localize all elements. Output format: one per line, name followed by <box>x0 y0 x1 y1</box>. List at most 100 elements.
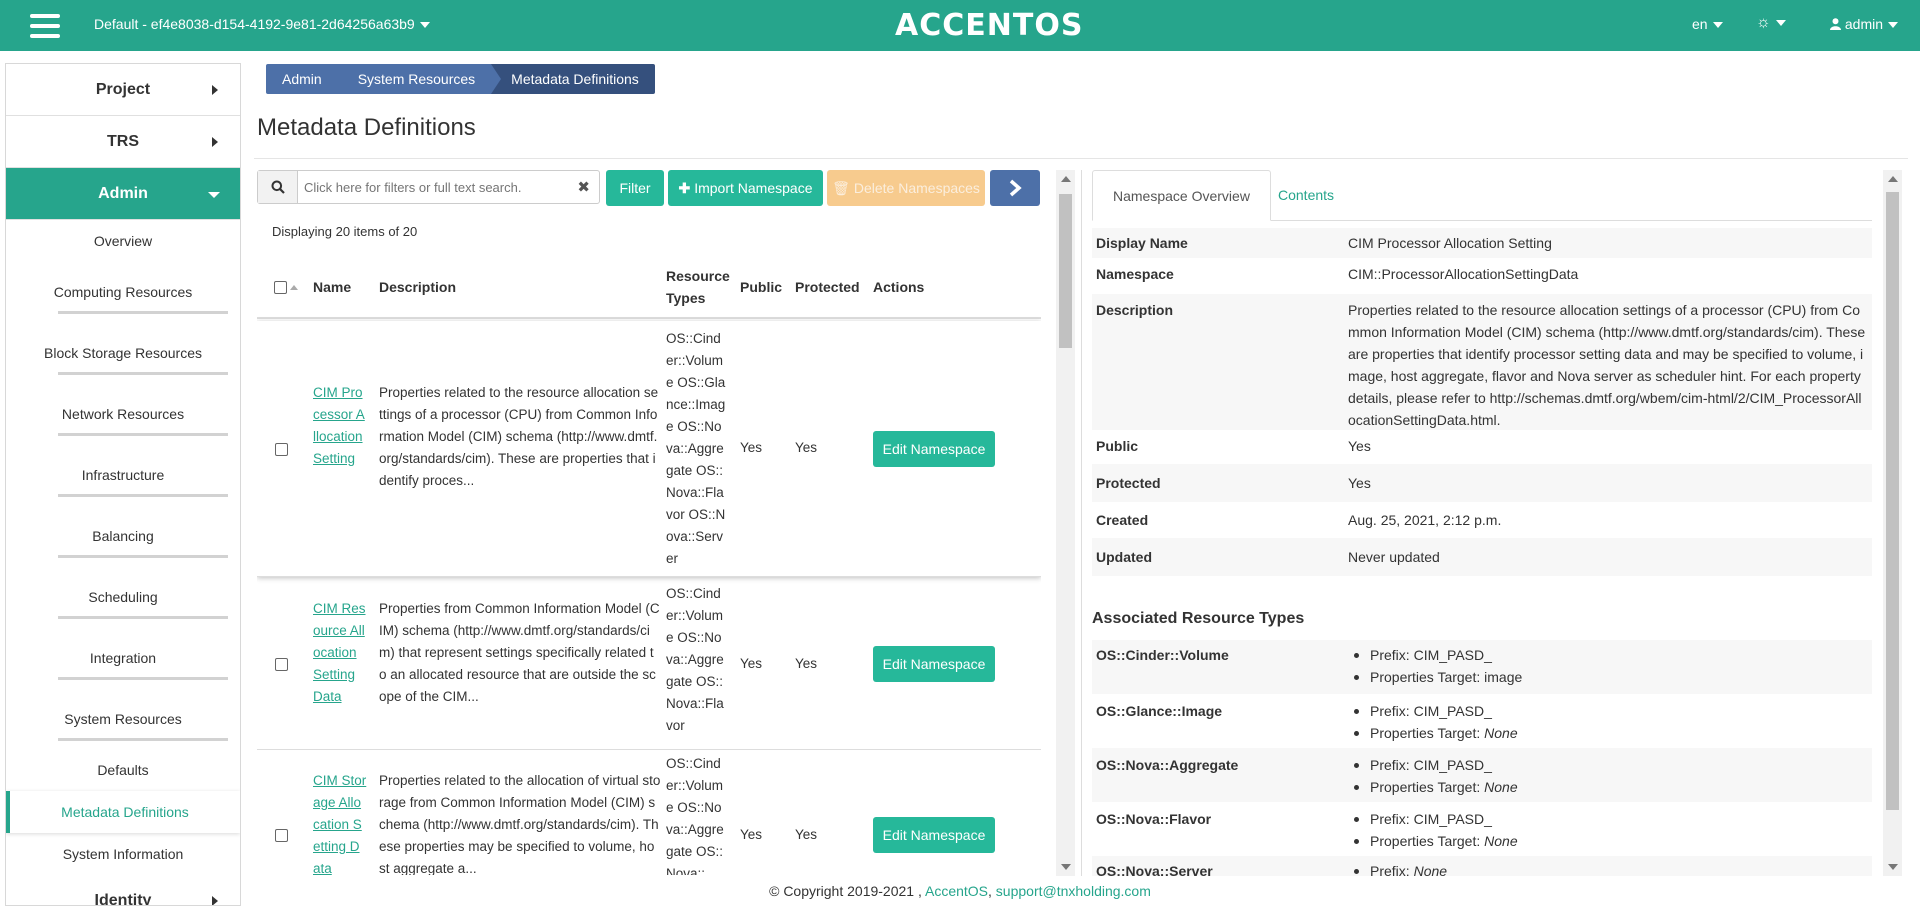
scrollbar-thumb[interactable] <box>1059 194 1072 348</box>
accentos-link[interactable]: AccentOS <box>925 883 988 899</box>
sidebar-item-label: Integration <box>89 649 157 666</box>
detail-row: Updated Never updated <box>1092 538 1872 576</box>
resource-type-props: Prefix: CIM_PASD_ Properties Target: ima… <box>1348 644 1868 688</box>
footer-separator: , <box>988 883 992 899</box>
row-checkbox[interactable] <box>275 443 288 456</box>
table-row[interactable]: CIM Processor Allocation Setting Propert… <box>257 321 1041 577</box>
table-row[interactable]: CIM Resource Allocation Setting Data Pro… <box>257 579 1041 750</box>
sidebar-item-label: Scheduling <box>88 588 158 605</box>
edit-namespace-button[interactable]: Edit Namespace <box>873 646 995 682</box>
resource-type-props: Prefix: CIM_PASD_ Properties Target: Non… <box>1348 754 1868 798</box>
target-label: Properties Target: <box>1370 669 1485 685</box>
scroll-down-icon[interactable] <box>1061 864 1071 870</box>
table-row[interactable]: CIM Storage Allocation Setting Data Prop… <box>257 751 1041 875</box>
namespace-resource-types: OS::Cinder::Volume OS::Nova::Aggregate O… <box>666 756 724 875</box>
tab-contents[interactable]: Contents <box>1258 170 1354 221</box>
resource-type-row: OS::Nova::Flavor Prefix: CIM_PASD_ Prope… <box>1092 802 1872 856</box>
resource-type-row: OS::Cinder::Volume Prefix: CIM_PASD_ Pro… <box>1092 640 1872 694</box>
sidebar-item-network-resources[interactable]: Network Resources <box>6 383 240 444</box>
edit-namespace-button[interactable]: Edit Namespace <box>873 817 995 853</box>
detail-label: Display Name <box>1096 235 1188 251</box>
project-selector[interactable]: Default - ef4e8038-d154-4192-9e81-2d6425… <box>94 16 430 32</box>
next-panel-button[interactable] <box>990 170 1040 206</box>
sidebar-item-block-storage[interactable]: Block Storage Resources <box>6 322 240 383</box>
sidebar-item-system-resources[interactable]: System Resources <box>6 688 240 749</box>
sidebar-item-integration[interactable]: Integration <box>6 627 240 688</box>
chevron-right-icon <box>1009 179 1022 197</box>
scroll-up-icon[interactable] <box>1061 176 1071 182</box>
column-header-name[interactable]: Name <box>313 255 351 319</box>
detail-scrollbar[interactable] <box>1883 170 1902 876</box>
sidebar-item-system-information[interactable]: System Information <box>6 833 240 875</box>
breadcrumb-system-resources[interactable]: System Resources <box>337 64 492 94</box>
footer: © Copyright 2019-2021 , AccentOS, suppor… <box>0 883 1920 899</box>
scrollbar-thumb[interactable] <box>1886 192 1899 810</box>
sidebar-section-label: Project <box>95 80 151 98</box>
prefix-label: Prefix: <box>1370 757 1414 773</box>
namespace-name-link[interactable]: CIM Processor Allocation Setting <box>313 382 367 470</box>
import-namespace-button[interactable]: ✚ Import Namespace <box>668 170 823 206</box>
row-checkbox[interactable] <box>275 829 288 842</box>
delete-namespaces-button[interactable]: 🗑 Delete Namespaces <box>827 170 985 206</box>
filter-button[interactable]: Filter <box>606 170 664 206</box>
logo: ACCENTOS <box>895 8 1084 43</box>
sidebar-item-overview[interactable]: Overview <box>6 220 240 262</box>
edit-namespace-button[interactable]: Edit Namespace <box>873 431 995 467</box>
support-email-link[interactable]: support@tnxholding.com <box>996 883 1151 899</box>
sidebar-item-label: Infrastructure <box>81 466 165 483</box>
column-header-public[interactable]: Public <box>740 255 782 319</box>
scroll-down-icon[interactable] <box>1888 864 1898 870</box>
clear-icon[interactable]: ✖ <box>577 178 590 196</box>
select-all-checkbox[interactable] <box>274 280 287 294</box>
prefix-label: Prefix: <box>1370 863 1414 876</box>
namespace-name-link[interactable]: CIM Resource Allocation Setting Data <box>313 598 367 708</box>
divider <box>58 616 228 619</box>
search-input[interactable] <box>302 175 562 199</box>
table-scrollbar[interactable] <box>1056 170 1075 876</box>
chevron-down-icon <box>1775 19 1786 26</box>
divider <box>58 555 228 558</box>
delete-namespaces-label: Delete Namespaces <box>853 180 980 196</box>
namespace-name-link[interactable]: CIM Storage Allocation Setting Data <box>313 770 367 875</box>
import-namespace-label: Import Namespace <box>694 180 813 196</box>
namespace-public: Yes <box>740 656 763 671</box>
detail-row: Public Yes <box>1092 430 1872 464</box>
column-header-resource-types[interactable]: Resource Types <box>666 255 730 319</box>
chevron-down-icon <box>1712 22 1723 29</box>
column-header-description[interactable]: Description <box>379 255 456 319</box>
sidebar-item-label: Balancing <box>92 527 154 544</box>
sidebar-section-admin[interactable]: Admin <box>6 168 240 220</box>
sort-icon[interactable] <box>290 284 298 290</box>
user-menu[interactable]: admin <box>1830 16 1899 32</box>
sidebar-item-scheduling[interactable]: Scheduling <box>6 566 240 627</box>
column-header-protected[interactable]: Protected <box>795 255 860 319</box>
detail-value: CIM Processor Allocation Setting <box>1348 235 1552 251</box>
sidebar-item-label: Metadata Definitions <box>61 804 189 820</box>
theme-selector[interactable]: ☼ <box>1756 14 1786 32</box>
hamburger-icon[interactable] <box>30 14 60 38</box>
tab-namespace-overview[interactable]: Namespace Overview <box>1092 170 1271 221</box>
sidebar-item-computing-resources[interactable]: Computing Resources <box>6 262 240 322</box>
items-count: Displaying 20 items of 20 <box>272 224 418 239</box>
resource-type-row: OS::Nova::Aggregate Prefix: CIM_PASD_ Pr… <box>1092 748 1872 802</box>
resource-type-props: Prefix: CIM_PASD_ Properties Target: Non… <box>1348 808 1868 852</box>
sidebar-item-infrastructure[interactable]: Infrastructure <box>6 444 240 505</box>
sidebar-item-balancing[interactable]: Balancing <box>6 505 240 566</box>
detail-row: Namespace CIM::ProcessorAllocationSettin… <box>1092 258 1872 294</box>
breadcrumb-admin[interactable]: Admin <box>266 64 338 94</box>
target-item: Properties Target: image <box>1348 666 1868 688</box>
language-selector[interactable]: en <box>1692 16 1723 32</box>
sidebar-item-defaults[interactable]: Defaults <box>6 749 240 791</box>
sidebar-section-project[interactable]: Project <box>6 64 240 116</box>
sidebar-section-trs[interactable]: TRS <box>6 116 240 168</box>
target-item: Properties Target: None <box>1348 722 1868 744</box>
detail-label: Public <box>1096 438 1139 454</box>
namespace-description: Properties related to the allocation of … <box>379 773 661 875</box>
scroll-up-icon[interactable] <box>1888 176 1898 182</box>
target-label: Properties Target: <box>1370 725 1485 741</box>
sidebar-item-label: Block Storage Resources <box>44 344 202 361</box>
row-checkbox[interactable] <box>275 658 288 671</box>
search-icon[interactable] <box>258 171 298 203</box>
resource-type-row: OS::Nova::Server Prefix: None <box>1092 856 1872 876</box>
sidebar-item-metadata-definitions[interactable]: Metadata Definitions <box>6 791 240 833</box>
